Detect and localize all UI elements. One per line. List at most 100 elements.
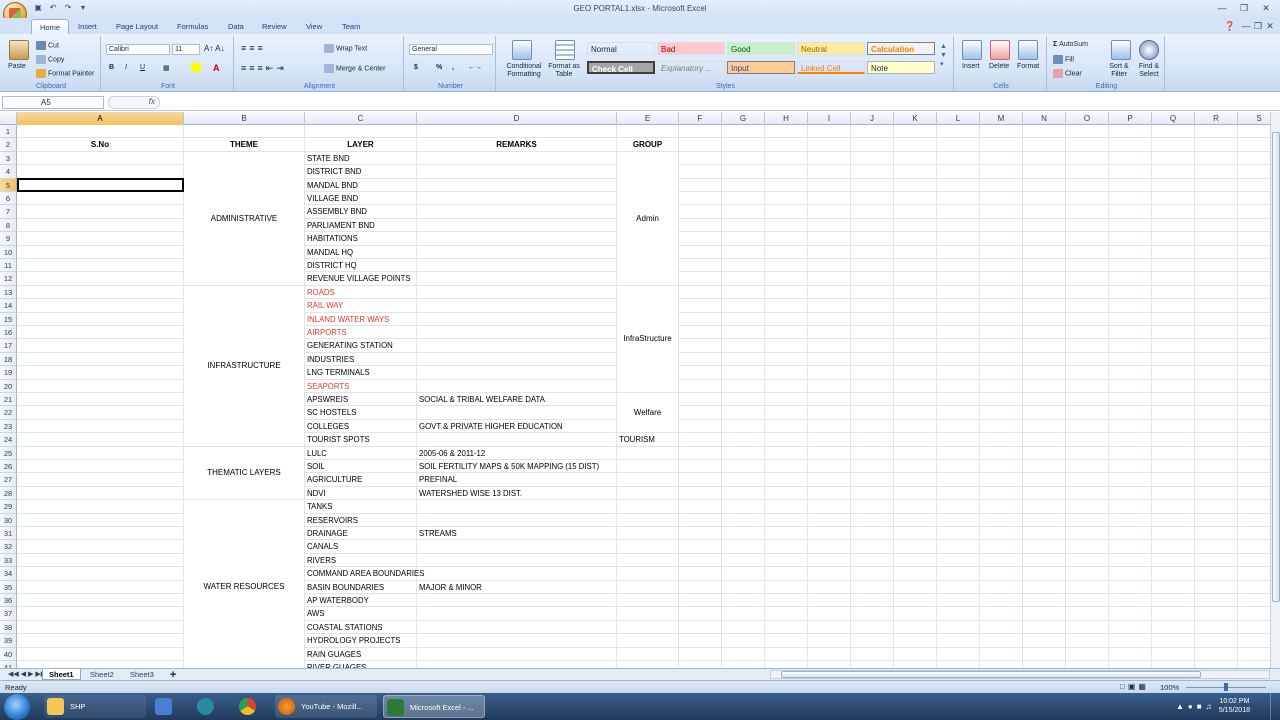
grid-cell[interactable] bbox=[808, 178, 851, 192]
grid-cell[interactable] bbox=[1152, 272, 1195, 286]
cell-text[interactable]: COASTAL STATIONS bbox=[307, 621, 383, 634]
cell-text[interactable]: AP WATERBODY bbox=[307, 594, 369, 607]
grid-cell[interactable] bbox=[937, 647, 980, 661]
grid-cell[interactable] bbox=[17, 527, 184, 541]
grid-cell[interactable] bbox=[1238, 594, 1270, 608]
grid-cell[interactable] bbox=[894, 620, 937, 635]
grid-cell[interactable] bbox=[679, 232, 722, 246]
grid-cell[interactable] bbox=[1023, 379, 1066, 393]
grid-cell[interactable] bbox=[851, 460, 894, 474]
grid-cell[interactable] bbox=[1238, 433, 1270, 447]
grid-cell[interactable] bbox=[1066, 661, 1109, 668]
grid-cell[interactable] bbox=[1238, 540, 1270, 554]
grid-cell[interactable] bbox=[894, 433, 937, 447]
row-header[interactable]: 7 bbox=[0, 205, 17, 219]
grid-cell[interactable] bbox=[679, 540, 722, 554]
grid-cell[interactable] bbox=[1023, 513, 1066, 527]
format-painter-button[interactable]: Format Painter bbox=[36, 69, 94, 78]
grid-cell[interactable] bbox=[1023, 433, 1066, 447]
horizontal-align-icons[interactable]: ≡≡≡⇤⇥ bbox=[241, 63, 287, 74]
grid-cell[interactable] bbox=[722, 634, 765, 648]
row-header[interactable]: 26 bbox=[0, 460, 17, 474]
grid-cell[interactable] bbox=[679, 580, 722, 594]
cell-text[interactable]: PARLIAMENT BND bbox=[307, 219, 375, 232]
grid-cell[interactable] bbox=[617, 500, 679, 514]
grid-cell[interactable] bbox=[1066, 138, 1109, 152]
grid-cell[interactable] bbox=[617, 125, 679, 139]
grid-cell[interactable] bbox=[1238, 179, 1270, 192]
grid-cell[interactable] bbox=[851, 553, 894, 568]
row-header[interactable]: 19 bbox=[0, 366, 17, 380]
grid-cell[interactable] bbox=[937, 285, 980, 300]
grid-cell[interactable] bbox=[1195, 634, 1238, 648]
grid-cell[interactable] bbox=[851, 500, 894, 514]
grid-cell[interactable] bbox=[894, 500, 937, 514]
grid-cell[interactable] bbox=[1238, 554, 1270, 568]
paste-button[interactable]: Paste bbox=[8, 63, 26, 70]
column-header[interactable]: K bbox=[894, 112, 937, 125]
grid-cell[interactable] bbox=[17, 205, 184, 219]
grid-cell[interactable] bbox=[1238, 246, 1270, 259]
grid-cell[interactable] bbox=[679, 527, 722, 541]
grid-cell[interactable] bbox=[980, 393, 1023, 407]
cell-text[interactable]: VILLAGE BND bbox=[307, 192, 358, 205]
zoom-level[interactable]: 100% bbox=[1160, 683, 1179, 692]
grid-cell[interactable] bbox=[679, 312, 722, 326]
grid-cell[interactable] bbox=[1023, 259, 1066, 273]
grid-cell[interactable] bbox=[980, 285, 1023, 300]
grid-cell[interactable] bbox=[1152, 513, 1195, 527]
grid-cell[interactable] bbox=[1066, 339, 1109, 353]
grid-cell[interactable] bbox=[808, 473, 851, 487]
grid-cell[interactable] bbox=[1152, 312, 1195, 326]
grid-cell[interactable] bbox=[17, 473, 184, 487]
row-header[interactable]: 34 bbox=[0, 567, 17, 581]
grid-cell[interactable] bbox=[851, 165, 894, 179]
grid-cell[interactable] bbox=[1195, 312, 1238, 326]
grid-cell[interactable] bbox=[765, 352, 808, 367]
grid-cell[interactable] bbox=[808, 218, 851, 233]
grid-cell[interactable] bbox=[851, 366, 894, 380]
grid-cell[interactable] bbox=[937, 312, 980, 326]
grid-cell[interactable] bbox=[617, 607, 679, 621]
grid-cell[interactable] bbox=[1152, 339, 1195, 353]
cell-text[interactable]: BASIN BOUNDARIES bbox=[307, 581, 384, 594]
grid-cell[interactable] bbox=[894, 527, 937, 541]
grid-cell[interactable] bbox=[722, 192, 765, 206]
row-header[interactable]: 17 bbox=[0, 339, 17, 353]
clear-button[interactable]: Clear bbox=[1053, 69, 1082, 78]
grid-cell[interactable] bbox=[1152, 594, 1195, 608]
grid-cell[interactable] bbox=[980, 165, 1023, 179]
grid-cell[interactable] bbox=[1238, 205, 1270, 219]
grid-cell[interactable] bbox=[722, 285, 765, 300]
grid-cell[interactable] bbox=[1152, 151, 1195, 166]
grid-cell[interactable] bbox=[1109, 299, 1152, 313]
grid-cell[interactable] bbox=[17, 406, 184, 420]
grid-cell[interactable] bbox=[184, 125, 305, 139]
grid-cell[interactable] bbox=[722, 178, 765, 192]
horizontal-scroll-thumb[interactable] bbox=[781, 671, 1201, 678]
grid-cell[interactable] bbox=[1195, 379, 1238, 393]
comma-button[interactable]: , bbox=[452, 64, 454, 71]
grid-cell[interactable] bbox=[1238, 286, 1270, 300]
grid-cell[interactable] bbox=[722, 607, 765, 621]
grid-cell[interactable] bbox=[17, 299, 184, 313]
grid-cell[interactable] bbox=[1238, 621, 1270, 635]
grid-cell[interactable] bbox=[894, 567, 937, 581]
cell-text[interactable]: CANALS bbox=[307, 540, 338, 553]
grid-cell[interactable] bbox=[1023, 151, 1066, 166]
grid-cell[interactable] bbox=[679, 178, 722, 192]
grid-cell[interactable] bbox=[1109, 486, 1152, 501]
grid-cell[interactable] bbox=[1023, 500, 1066, 514]
grid-cell[interactable] bbox=[765, 125, 808, 139]
grid-cell[interactable] bbox=[417, 165, 617, 179]
grid-cell[interactable] bbox=[17, 245, 184, 259]
column-header[interactable]: D bbox=[417, 112, 617, 125]
grid-cell[interactable] bbox=[765, 661, 808, 668]
grow-font-icon[interactable]: A↑ A↓ bbox=[204, 44, 224, 53]
column-header[interactable]: A bbox=[17, 112, 184, 125]
vertical-scroll-thumb[interactable] bbox=[1272, 132, 1280, 602]
grid-cell[interactable] bbox=[765, 540, 808, 554]
grid-cell[interactable] bbox=[1023, 125, 1066, 139]
grid-cell[interactable] bbox=[851, 259, 894, 273]
taskbar-item-chrome[interactable] bbox=[236, 695, 264, 718]
